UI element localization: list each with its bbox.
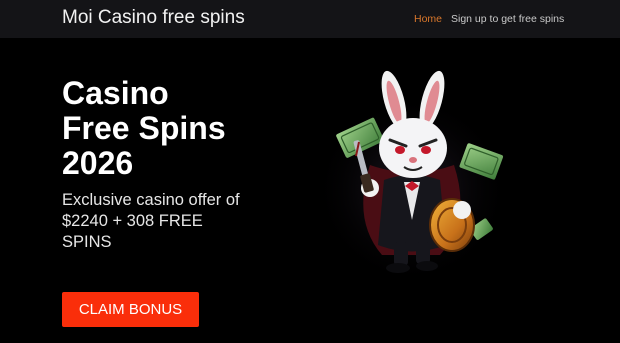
rabbit-magician-mascot-icon bbox=[314, 70, 510, 275]
nav-link-signup[interactable]: Sign up to get free spins bbox=[451, 13, 564, 25]
hero-title-line: Free Spins bbox=[62, 110, 226, 146]
claim-bonus-button[interactable]: CLAIM BONUS bbox=[62, 292, 199, 327]
nav-link-home[interactable]: Home bbox=[414, 13, 442, 25]
site-brand[interactable]: Moi Casino free spins bbox=[62, 7, 245, 29]
offer-line: Exclusive casino offer of bbox=[62, 191, 240, 209]
offer-text: Exclusive casino offer of $2240 + 308 FR… bbox=[62, 190, 272, 253]
offer-line: SPINS bbox=[62, 233, 112, 251]
page: Moi Casino free spins Home Sign up to ge… bbox=[0, 0, 620, 343]
offer-line: $2240 + 308 FREE bbox=[62, 212, 203, 230]
hero-title-line: 2026 bbox=[62, 145, 134, 181]
navbar: Moi Casino free spins Home Sign up to ge… bbox=[0, 0, 620, 38]
hero-title-line: Casino bbox=[62, 75, 169, 111]
hero-title: Casino Free Spins 2026 bbox=[62, 76, 282, 181]
